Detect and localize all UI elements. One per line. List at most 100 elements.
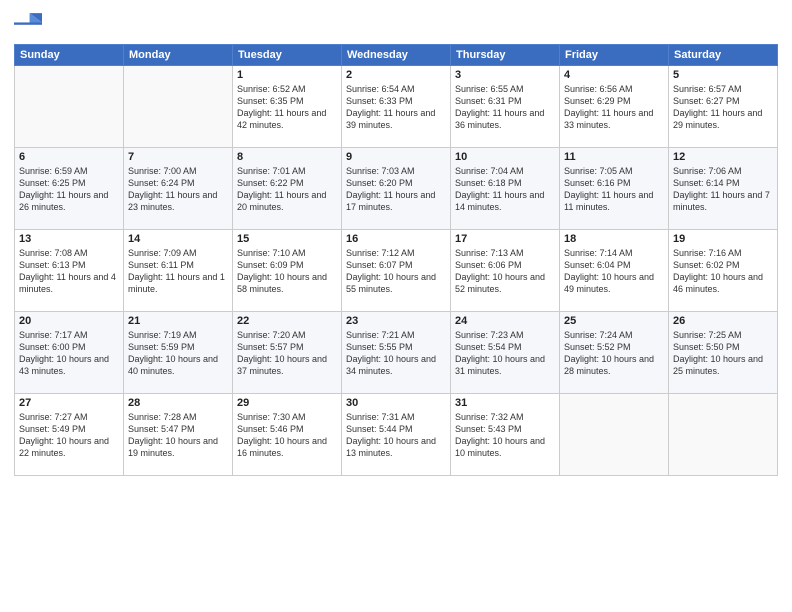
calendar-cell: 22 Sunrise: 7:20 AM Sunset: 5:57 PM Dayli… (233, 312, 342, 394)
day-number: 19 (673, 233, 773, 245)
day-number: 23 (346, 315, 446, 327)
day-info: Sunrise: 7:00 AM Sunset: 6:24 PM Dayligh… (128, 165, 228, 214)
day-number: 13 (19, 233, 119, 245)
calendar-cell: 30Sunrise: 7:31 AM Sunset: 5:44 PM Dayli… (342, 394, 451, 476)
calendar-cell: 25Sunrise: 7:24 AM Sunset: 5:52 PM Dayli… (560, 312, 669, 394)
calendar-cell: 13 Sunrise: 7:08 AM Sunset: 6:13 PM Dayli… (15, 230, 124, 312)
weekday-sunday: Sunday (15, 45, 124, 66)
calendar-cell (124, 66, 233, 148)
day-info: Sunrise: 7:23 AM Sunset: 5:54 PM Dayligh… (455, 329, 555, 378)
day-number: 31 (455, 397, 555, 409)
day-info: Sunrise: 7:20 AM Sunset: 5:57 PM Dayligh… (237, 329, 337, 378)
calendar-cell: 21 Sunrise: 7:19 AM Sunset: 5:59 PM Dayli… (124, 312, 233, 394)
day-number: 15 (237, 233, 337, 245)
weekday-tuesday: Tuesday (233, 45, 342, 66)
day-info: Sunrise: 7:32 AM Sunset: 5:43 PM Dayligh… (455, 411, 555, 460)
calendar-cell: 3 Sunrise: 6:55 AM Sunset: 6:31 PM Daylig… (451, 66, 560, 148)
calendar-cell: 8 Sunrise: 7:01 AM Sunset: 6:22 PM Daylig… (233, 148, 342, 230)
day-info: Sunrise: 7:06 AM Sunset: 6:14 PM Dayligh… (673, 165, 773, 214)
day-number: 5 (673, 69, 773, 81)
calendar-cell: 27 Sunrise: 7:27 AM Sunset: 5:49 PM Dayli… (15, 394, 124, 476)
day-number: 17 (455, 233, 555, 245)
week-row-3: 13 Sunrise: 7:08 AM Sunset: 6:13 PM Dayli… (15, 230, 778, 312)
day-number: 28 (128, 397, 228, 409)
day-info: Sunrise: 7:14 AM Sunset: 6:04 PM Dayligh… (564, 247, 664, 296)
day-info: Sunrise: 6:54 AM Sunset: 6:33 PM Dayligh… (346, 83, 446, 132)
day-number: 20 (19, 315, 119, 327)
calendar-cell: 2 Sunrise: 6:54 AM Sunset: 6:33 PM Daylig… (342, 66, 451, 148)
day-number: 2 (346, 69, 446, 81)
calendar-cell: 15 Sunrise: 7:10 AM Sunset: 6:09 PM Dayli… (233, 230, 342, 312)
calendar-cell: 7 Sunrise: 7:00 AM Sunset: 6:24 PM Daylig… (124, 148, 233, 230)
calendar-cell: 14 Sunrise: 7:09 AM Sunset: 6:11 PM Dayli… (124, 230, 233, 312)
day-number: 7 (128, 151, 228, 163)
day-info: Sunrise: 6:52 AM Sunset: 6:35 PM Dayligh… (237, 83, 337, 132)
calendar-cell: 17 Sunrise: 7:13 AM Sunset: 6:06 PM Dayli… (451, 230, 560, 312)
day-info: Sunrise: 7:03 AM Sunset: 6:20 PM Dayligh… (346, 165, 446, 214)
calendar-cell: 20 Sunrise: 7:17 AM Sunset: 6:00 PM Dayli… (15, 312, 124, 394)
day-number: 9 (346, 151, 446, 163)
day-number: 4 (564, 69, 664, 81)
week-row-1: 1 Sunrise: 6:52 AM Sunset: 6:35 PM Daylig… (15, 66, 778, 148)
weekday-friday: Friday (560, 45, 669, 66)
day-info: Sunrise: 7:04 AM Sunset: 6:18 PM Dayligh… (455, 165, 555, 214)
day-number: 14 (128, 233, 228, 245)
week-row-5: 27 Sunrise: 7:27 AM Sunset: 5:49 PM Dayli… (15, 394, 778, 476)
day-info: Sunrise: 7:09 AM Sunset: 6:11 PM Dayligh… (128, 247, 228, 296)
day-info: Sunrise: 7:10 AM Sunset: 6:09 PM Dayligh… (237, 247, 337, 296)
day-number: 24 (455, 315, 555, 327)
calendar-cell: 10 Sunrise: 7:04 AM Sunset: 6:18 PM Dayli… (451, 148, 560, 230)
calendar-cell: 24 Sunrise: 7:23 AM Sunset: 5:54 PM Dayli… (451, 312, 560, 394)
weekday-saturday: Saturday (669, 45, 778, 66)
calendar-cell: 12 Sunrise: 7:06 AM Sunset: 6:14 PM Dayli… (669, 148, 778, 230)
day-info: Sunrise: 7:19 AM Sunset: 5:59 PM Dayligh… (128, 329, 228, 378)
weekday-monday: Monday (124, 45, 233, 66)
logo (14, 10, 44, 38)
day-number: 8 (237, 151, 337, 163)
calendar-cell: 5 Sunrise: 6:57 AM Sunset: 6:27 PM Daylig… (669, 66, 778, 148)
calendar-table: SundayMondayTuesdayWednesdayThursdayFrid… (14, 44, 778, 476)
day-info: Sunrise: 7:05 AM Sunset: 6:16 PM Dayligh… (564, 165, 664, 214)
day-info: Sunrise: 7:16 AM Sunset: 6:02 PM Dayligh… (673, 247, 773, 296)
day-number: 3 (455, 69, 555, 81)
weekday-thursday: Thursday (451, 45, 560, 66)
calendar-cell (560, 394, 669, 476)
calendar-cell (669, 394, 778, 476)
day-number: 21 (128, 315, 228, 327)
week-row-4: 20 Sunrise: 7:17 AM Sunset: 6:00 PM Dayli… (15, 312, 778, 394)
calendar-cell: 9 Sunrise: 7:03 AM Sunset: 6:20 PM Daylig… (342, 148, 451, 230)
day-info: Sunrise: 7:12 AM Sunset: 6:07 PM Dayligh… (346, 247, 446, 296)
day-info: Sunrise: 7:17 AM Sunset: 6:00 PM Dayligh… (19, 329, 119, 378)
day-info: Sunrise: 7:21 AM Sunset: 5:55 PM Dayligh… (346, 329, 446, 378)
day-info: Sunrise: 7:01 AM Sunset: 6:22 PM Dayligh… (237, 165, 337, 214)
calendar-cell: 19 Sunrise: 7:16 AM Sunset: 6:02 PM Dayli… (669, 230, 778, 312)
day-info: Sunrise: 6:57 AM Sunset: 6:27 PM Dayligh… (673, 83, 773, 132)
day-number: 10 (455, 151, 555, 163)
calendar-cell: 23 Sunrise: 7:21 AM Sunset: 5:55 PM Dayli… (342, 312, 451, 394)
day-number: 6 (19, 151, 119, 163)
calendar-cell (15, 66, 124, 148)
calendar-cell: 4Sunrise: 6:56 AM Sunset: 6:29 PM Daylig… (560, 66, 669, 148)
day-number: 16 (346, 233, 446, 245)
day-info: Sunrise: 7:28 AM Sunset: 5:47 PM Dayligh… (128, 411, 228, 460)
calendar-cell: 26Sunrise: 7:25 AM Sunset: 5:50 PM Dayli… (669, 312, 778, 394)
day-info: Sunrise: 7:08 AM Sunset: 6:13 PM Dayligh… (19, 247, 119, 296)
day-number: 22 (237, 315, 337, 327)
weekday-wednesday: Wednesday (342, 45, 451, 66)
day-number: 27 (19, 397, 119, 409)
day-info: Sunrise: 7:31 AM Sunset: 5:44 PM Dayligh… (346, 411, 446, 460)
calendar-cell: 18Sunrise: 7:14 AM Sunset: 6:04 PM Dayli… (560, 230, 669, 312)
header (14, 10, 778, 38)
week-row-2: 6Sunrise: 6:59 AM Sunset: 6:25 PM Daylig… (15, 148, 778, 230)
day-info: Sunrise: 7:13 AM Sunset: 6:06 PM Dayligh… (455, 247, 555, 296)
calendar-cell: 1 Sunrise: 6:52 AM Sunset: 6:35 PM Daylig… (233, 66, 342, 148)
day-info: Sunrise: 7:27 AM Sunset: 5:49 PM Dayligh… (19, 411, 119, 460)
logo-icon (14, 10, 42, 38)
day-number: 12 (673, 151, 773, 163)
day-info: Sunrise: 6:55 AM Sunset: 6:31 PM Dayligh… (455, 83, 555, 132)
calendar-cell: 28 Sunrise: 7:28 AM Sunset: 5:47 PM Dayli… (124, 394, 233, 476)
day-number: 1 (237, 69, 337, 81)
day-number: 26 (673, 315, 773, 327)
page: SundayMondayTuesdayWednesdayThursdayFrid… (0, 0, 792, 612)
day-info: Sunrise: 7:24 AM Sunset: 5:52 PM Dayligh… (564, 329, 664, 378)
